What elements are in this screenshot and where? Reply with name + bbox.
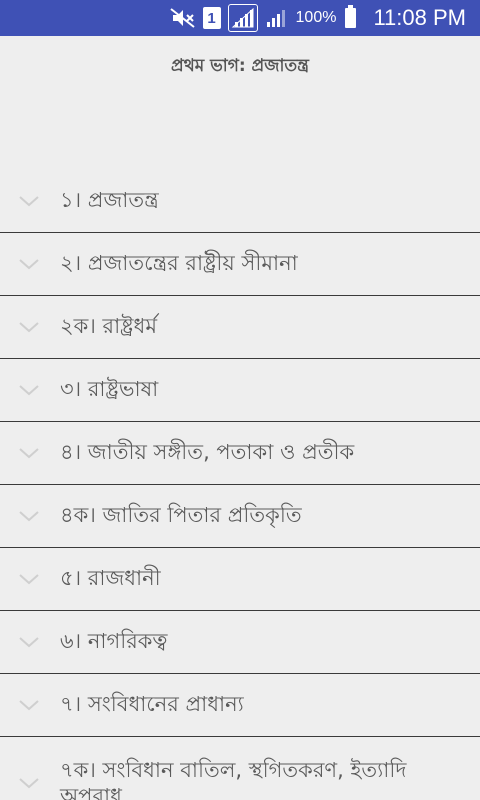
page-title: প্রথম ভাগ: প্রজাতন্ত্র (171, 56, 309, 76)
chevron-down-icon (19, 196, 39, 207)
list-item[interactable]: ৪। জাতীয় সঙ্গীত, পতাকা ও প্রতীক (0, 422, 480, 485)
list-item-label: ৪। জাতীয় সঙ্গীত, পতাকা ও প্রতীক (60, 439, 355, 464)
clock: 11:08 PM (373, 5, 466, 30)
list-item[interactable]: ৩। রাষ্ট্রভাষা (0, 359, 480, 422)
list-item[interactable]: ৭ক। সংবিধান বাতিল, স্থগিতকরণ, ইত্যাদি অপ… (0, 737, 480, 800)
signal-icon (227, 4, 258, 32)
chevron-down-icon (19, 574, 39, 585)
list-item-label: ৪ক। জাতির পিতার প্রতিকৃতি (60, 502, 302, 527)
list-item[interactable]: ২। প্রজাতন্ত্রের রাষ্ট্রীয় সীমানা (0, 233, 480, 296)
page-header: প্রথম ভাগ: প্রজাতন্ত্র (0, 36, 480, 98)
list-item-label: ১। প্রজাতন্ত্র (60, 187, 159, 212)
status-icons: 1 100% 11:08 PM (169, 4, 466, 32)
chevron-down-icon (19, 448, 39, 459)
signal-2-icon (265, 7, 289, 29)
chevron-down-icon (19, 700, 39, 711)
section-list: ১। প্রজাতন্ত্র ২। প্রজাতন্ত্রের রাষ্ট্রী… (0, 170, 480, 800)
chevron-down-icon (19, 637, 39, 648)
chevron-down-icon (19, 778, 39, 789)
chevron-down-icon (19, 385, 39, 396)
list-item[interactable]: ৬। নাগরিকত্ব (0, 611, 480, 674)
list-item-label: ৭ক। সংবিধান বাতিল, স্থগিতকরণ, ইত্যাদি অপ… (60, 758, 407, 800)
list-item[interactable]: ২ক। রাষ্ট্রধর্ম (0, 296, 480, 359)
list-item-label: ৫। রাজধানী (60, 565, 161, 590)
list-item-label: ২। প্রজাতন্ত্রের রাষ্ট্রীয় সীমানা (60, 250, 298, 275)
list-item-label: ৩। রাষ্ট্রভাষা (60, 376, 159, 401)
battery-icon (345, 5, 357, 28)
list-item-label: ৬। নাগরিকত্ব (60, 628, 168, 653)
chevron-down-icon (19, 322, 39, 333)
list-item-label: ২ক। রাষ্ট্রধর্ম (60, 313, 157, 338)
chevron-down-icon (19, 511, 39, 522)
list-item[interactable]: ৭। সংবিধানের প্রাধান্য (0, 674, 480, 737)
sim-icon: 1 (202, 7, 221, 29)
mute-icon (169, 7, 196, 29)
list-item-label: ৭। সংবিধানের প্রাধান্য (60, 691, 244, 716)
chevron-down-icon (19, 259, 39, 270)
list-item[interactable]: ৪ক। জাতির পিতার প্রতিকৃতি (0, 485, 480, 548)
battery-percent: 100% (295, 9, 337, 26)
list-item[interactable]: ১। প্রজাতন্ত্র (0, 170, 480, 233)
status-bar: 1 100% 11:08 PM (0, 0, 480, 36)
list-item[interactable]: ৫। রাজধানী (0, 548, 480, 611)
